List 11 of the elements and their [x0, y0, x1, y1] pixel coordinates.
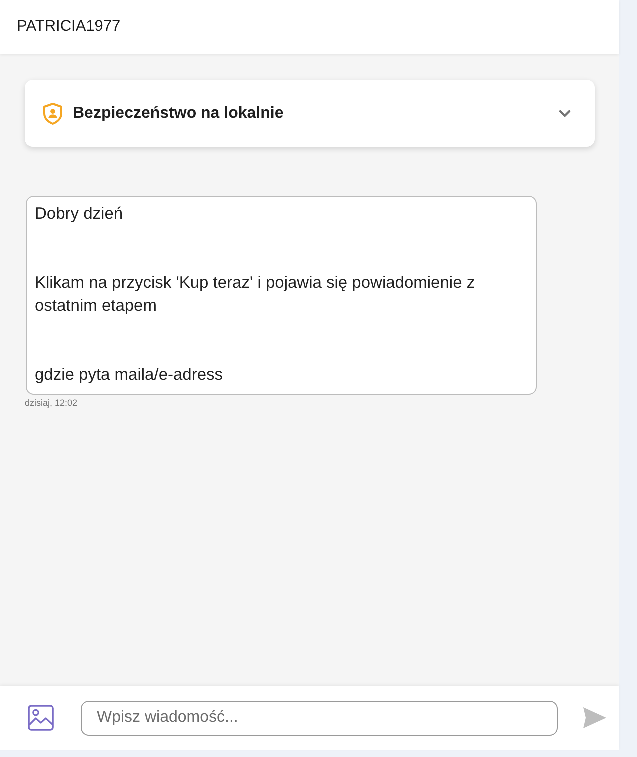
message-input[interactable]: Wpisz wiadomość... — [81, 700, 558, 736]
message-time: dzisiaj, 12:02 — [25, 398, 78, 408]
topic-title: Bezpieczeństwo na lokalnie — [73, 104, 285, 122]
message-text: Dobry dzień — [35, 204, 124, 225]
chat-title: PATRICIA1977 — [17, 18, 121, 36]
chevron-down-icon[interactable] — [559, 110, 571, 118]
message-text: gdzie pyta maila/e-adress — [35, 365, 224, 386]
topic-card[interactable]: Bezpieczeństwo na lokalnie — [25, 80, 595, 147]
message-text: Klikam na przycisk 'Kup teraz' i pojawia się powiadomienie z ostatnim etapem — [35, 273, 476, 317]
image-icon[interactable] — [28, 705, 54, 731]
shield-user-icon — [43, 102, 63, 124]
